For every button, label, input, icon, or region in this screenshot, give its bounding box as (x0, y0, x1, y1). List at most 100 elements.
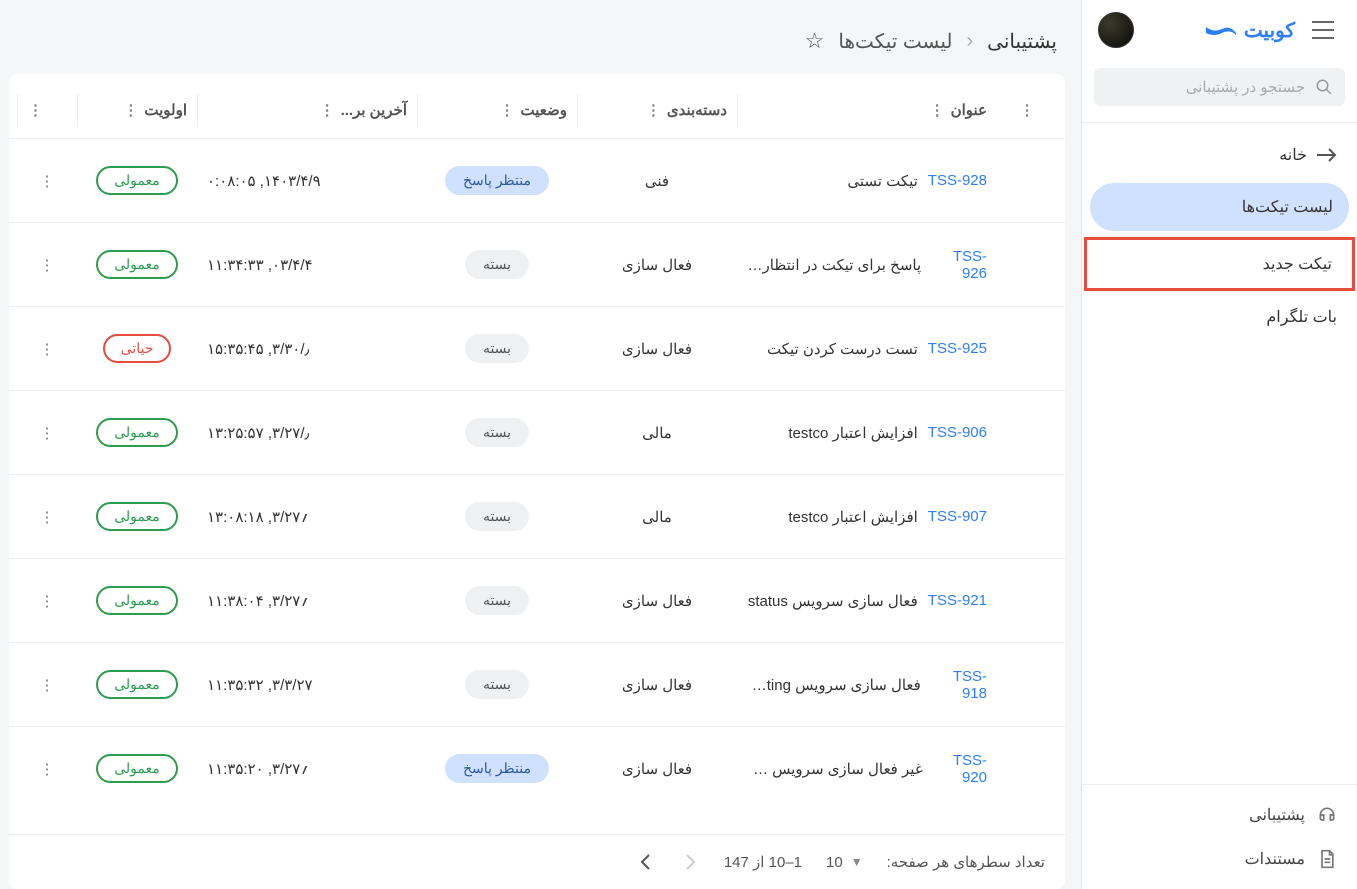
chevron-right-icon (684, 853, 696, 871)
status-badge: بسته (465, 418, 529, 447)
pager-next[interactable] (636, 849, 656, 875)
column-menu-icon[interactable]: ⋮ (28, 101, 43, 119)
ticket-category: فنی (645, 172, 669, 190)
avatar[interactable] (1098, 12, 1134, 48)
ticket-title: فعال سازی سرویس unting... (747, 676, 921, 694)
nav-home-label: خانه (1279, 145, 1307, 165)
table-row[interactable]: TSS-921فعال سازی سرویس statusفعال سازیبس… (9, 558, 1065, 642)
tickets-table: ⋮ عنوان⋮ دسته‌بندی⋮ وضعیت⋮ آخرین بر...⋮ … (9, 74, 1065, 889)
row-menu-icon[interactable]: ⋮ (40, 424, 55, 442)
column-menu-icon[interactable]: ⋮ (930, 101, 945, 119)
sidebar: کوبیت خانه لیست تیکت‌ها تیکت جدید بات تل… (1081, 0, 1357, 889)
divider (1082, 122, 1357, 123)
table-row[interactable]: TSS-926پاسخ برای تیکت در انتظار م...فعال… (9, 222, 1065, 306)
column-menu-icon[interactable]: ⋮ (123, 101, 138, 119)
table-header: ⋮ عنوان⋮ دسته‌بندی⋮ وضعیت⋮ آخرین بر...⋮ … (9, 82, 1065, 138)
ticket-title: افزایش اعتبار testco (788, 424, 917, 442)
ticket-id[interactable]: TSS-920 (933, 752, 987, 786)
ticket-updated: ٫/۳/۲۷, ۱۳:۲۵:۵۷ (207, 424, 309, 442)
row-menu-icon[interactable]: ⋮ (40, 676, 55, 694)
status-badge: منتظر پاسخ (445, 754, 549, 783)
footer-docs[interactable]: مستندات (1082, 837, 1357, 881)
column-menu-icon[interactable]: ⋮ (500, 101, 515, 119)
breadcrumb-root[interactable]: پشتیبانی (987, 29, 1057, 54)
col-status: وضعیت (521, 101, 567, 119)
ticket-category: فعال سازی (622, 760, 692, 778)
ticket-updated: ؍۳/۲۷, ۱۱:۳۵:۲۰ (207, 760, 309, 778)
nav-home[interactable]: خانه (1082, 131, 1357, 179)
footer-support-label: پشتیبانی (1249, 805, 1305, 825)
row-menu-icon[interactable]: ⋮ (40, 508, 55, 526)
hamburger-icon (1312, 21, 1334, 39)
table-row[interactable]: TSS-907افزایش اعتبار testcoمالیبسته؍۳/۲۷… (9, 474, 1065, 558)
row-menu-icon[interactable]: ⋮ (40, 760, 55, 778)
nav-new-ticket-label: تیکت جدید (1263, 254, 1332, 274)
ticket-id[interactable]: TSS-925 (928, 340, 987, 357)
search-input[interactable] (1106, 79, 1305, 96)
col-updated: آخرین بر... (341, 101, 407, 119)
ticket-category: مالی (642, 508, 672, 526)
page-size-selector[interactable]: ▼ 10 (826, 854, 863, 871)
pager: 1–10 از 147 ▼ 10 تعداد سطرهای هر صفحه: (9, 834, 1065, 889)
table-row[interactable]: TSS-928تیکت تستیفنیمنتظر پاسخ۱۴۰۳/۴/۹, ۰… (9, 138, 1065, 222)
ticket-id[interactable]: TSS-906 (928, 424, 987, 441)
ticket-category: فعال سازی (622, 676, 692, 694)
arrow-right-icon (1317, 147, 1337, 163)
brand[interactable]: کوبیت (1144, 18, 1295, 43)
menu-button[interactable] (1305, 12, 1341, 48)
priority-badge: حیاتی (103, 334, 172, 363)
document-icon (1317, 849, 1337, 869)
priority-badge: معمولی (96, 754, 178, 783)
ticket-id[interactable]: TSS-918 (931, 668, 987, 702)
dropdown-arrow-icon: ▼ (851, 855, 863, 869)
status-badge: بسته (465, 334, 529, 363)
ticket-id[interactable]: TSS-926 (931, 248, 987, 282)
table-row[interactable]: TSS-918 فعال سازی سرویس unting... فعال ساز… (9, 642, 1065, 726)
status-badge: بسته (465, 250, 529, 279)
row-menu-icon[interactable]: ⋮ (40, 172, 55, 190)
ticket-title: افزایش اعتبار testco (788, 508, 917, 526)
ticket-category: مالی (642, 424, 672, 442)
priority-badge: معمولی (96, 670, 178, 699)
star-icon[interactable]: ☆ (805, 28, 825, 54)
ticket-title: تست درست کردن تیکت (767, 340, 918, 358)
row-menu-icon[interactable]: ⋮ (40, 256, 55, 274)
table-row[interactable]: TSS-906 افزایش اعتبار testco مالی بسته ٫/۳/۲… (9, 390, 1065, 474)
ticket-id[interactable]: TSS-928 (928, 172, 987, 189)
ticket-title: غیر فعال سازی سرویس ting... (747, 760, 923, 778)
ticket-title: فعال سازی سرویس status (748, 592, 918, 610)
col-title: عنوان (951, 101, 987, 119)
column-menu-icon[interactable]: ⋮ (1020, 101, 1035, 119)
brand-name: کوبیت (1244, 18, 1295, 43)
page-size-value: 10 (826, 854, 843, 871)
row-menu-icon[interactable]: ⋮ (40, 340, 55, 358)
pager-range: 1–10 از 147 (724, 853, 802, 871)
ticket-id[interactable]: TSS-907 (928, 508, 987, 525)
nav-telegram-bot-label: بات تلگرام (1266, 307, 1337, 327)
chevron-left-icon (640, 853, 652, 871)
priority-badge: معمولی (96, 586, 178, 615)
search-box[interactable] (1094, 68, 1345, 106)
nav-tickets-label: لیست تیکت‌ها (1242, 197, 1333, 217)
status-badge: منتظر پاسخ (445, 166, 549, 195)
ticket-updated: ۰۳/۴/۴, ۱۱:۳۴:۳۳ (207, 256, 313, 274)
nav-new-ticket[interactable]: تیکت جدید (1084, 237, 1355, 291)
column-menu-icon[interactable]: ⋮ (320, 101, 335, 119)
nav-telegram-bot[interactable]: بات تلگرام (1082, 293, 1357, 341)
breadcrumb: پشتیبانی ‹ لیست تیکت‌ها ☆ (9, 0, 1065, 74)
rows-per-page-label: تعداد سطرهای هر صفحه: (887, 853, 1045, 871)
nav-tickets[interactable]: لیست تیکت‌ها (1090, 183, 1349, 231)
ticket-category: فعال سازی (622, 592, 692, 610)
column-menu-icon[interactable]: ⋮ (646, 101, 661, 119)
pager-prev[interactable] (680, 849, 700, 875)
row-menu-icon[interactable]: ⋮ (40, 592, 55, 610)
ticket-updated: ۳/۳/۲۷, ۱۱:۳۵:۳۲ (207, 676, 313, 694)
priority-badge: معمولی (96, 166, 178, 195)
ticket-category: فعال سازی (622, 256, 692, 274)
footer-support[interactable]: پشتیبانی (1082, 793, 1357, 837)
table-row[interactable]: TSS-920 غیر فعال سازی سرویس ting... فعال س… (9, 726, 1065, 810)
priority-badge: معمولی (96, 250, 178, 279)
ticket-id[interactable]: TSS-921 (928, 592, 987, 609)
table-row[interactable]: TSS-925تست درست کردن تیکتفعال سازیبسته٫/… (9, 306, 1065, 390)
ticket-category: فعال سازی (622, 340, 692, 358)
